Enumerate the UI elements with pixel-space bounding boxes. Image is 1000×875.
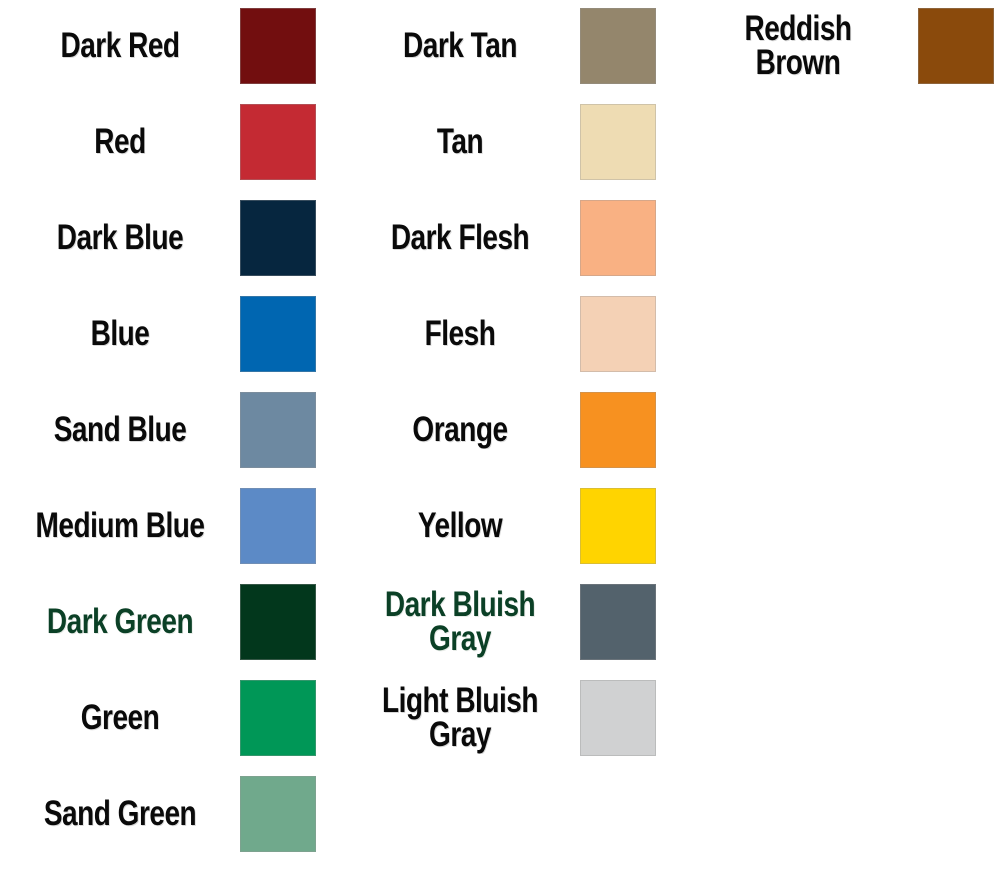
- legend-color-swatch: [240, 488, 316, 564]
- legend-color-swatch: [580, 584, 656, 660]
- legend-entry-label: Dark Bluish Gray: [384, 585, 536, 658]
- legend-entry: Flesh: [340, 292, 670, 376]
- legend-entry-label: Dark Blue: [56, 218, 184, 258]
- legend-entry: Red: [0, 100, 330, 184]
- legend-color-swatch: [580, 392, 656, 468]
- color-legend-grid: Dark Red Red Dark Blue Blue Sand Blue Medium …: [0, 0, 1000, 875]
- legend-color-swatch: [240, 200, 316, 276]
- legend-color-swatch: [240, 776, 316, 852]
- legend-entry-label: Dark Tan: [403, 26, 517, 66]
- legend-entry-label: Green: [80, 698, 160, 738]
- legend-column-3: Reddish Brown: [678, 0, 1000, 875]
- legend-entry: Reddish Brown: [678, 4, 1000, 88]
- legend-color-swatch: [240, 392, 316, 468]
- legend-entry-label: Tan: [436, 122, 484, 162]
- legend-color-swatch: [240, 8, 316, 84]
- legend-entry-label: Red: [94, 122, 146, 162]
- legend-entry-label: Orange: [412, 410, 508, 450]
- legend-entry-label: Light Bluish Gray: [382, 681, 538, 754]
- legend-column-2: Dark Tan Tan Dark Flesh Flesh Orange Yellow Da…: [340, 0, 670, 875]
- legend-entry: Blue: [0, 292, 330, 376]
- legend-entry-label: Flesh: [424, 314, 496, 354]
- legend-entry: Sand Green: [0, 772, 330, 856]
- legend-color-swatch: [240, 680, 316, 756]
- legend-entry-label: Dark Flesh: [390, 218, 530, 258]
- legend-entry-label: Medium Blue: [35, 506, 205, 546]
- legend-entry: Dark Bluish Gray: [340, 580, 670, 664]
- legend-entry-label: Blue: [90, 314, 150, 354]
- legend-entry: Dark Flesh: [340, 196, 670, 280]
- legend-color-swatch: [580, 488, 656, 564]
- legend-column-1: Dark Red Red Dark Blue Blue Sand Blue Medium …: [0, 0, 330, 875]
- legend-color-swatch: [240, 104, 316, 180]
- legend-entry: Dark Red: [0, 4, 330, 88]
- legend-entry-label: Yellow: [417, 506, 503, 546]
- legend-color-swatch: [580, 680, 656, 756]
- legend-entry: Medium Blue: [0, 484, 330, 568]
- legend-color-swatch: [580, 296, 656, 372]
- legend-entry-label: Sand Blue: [53, 410, 187, 450]
- legend-color-swatch: [580, 104, 656, 180]
- legend-color-swatch: [580, 200, 656, 276]
- legend-entry: Light Bluish Gray: [340, 676, 670, 760]
- legend-entry-label: Dark Green: [46, 602, 194, 642]
- legend-entry-label: Sand Green: [43, 794, 197, 834]
- legend-entry-label: Dark Red: [60, 26, 180, 66]
- legend-entry: Orange: [340, 388, 670, 472]
- legend-color-swatch: [918, 8, 994, 84]
- legend-entry: Dark Green: [0, 580, 330, 664]
- legend-entry: Dark Tan: [340, 4, 670, 88]
- legend-entry: Yellow: [340, 484, 670, 568]
- legend-entry: Green: [0, 676, 330, 760]
- legend-color-swatch: [580, 8, 656, 84]
- legend-entry: Sand Blue: [0, 388, 330, 472]
- legend-entry-label: Reddish Brown: [744, 9, 852, 82]
- legend-color-swatch: [240, 296, 316, 372]
- legend-entry: Dark Blue: [0, 196, 330, 280]
- legend-color-swatch: [240, 584, 316, 660]
- legend-entry: Tan: [340, 100, 670, 184]
